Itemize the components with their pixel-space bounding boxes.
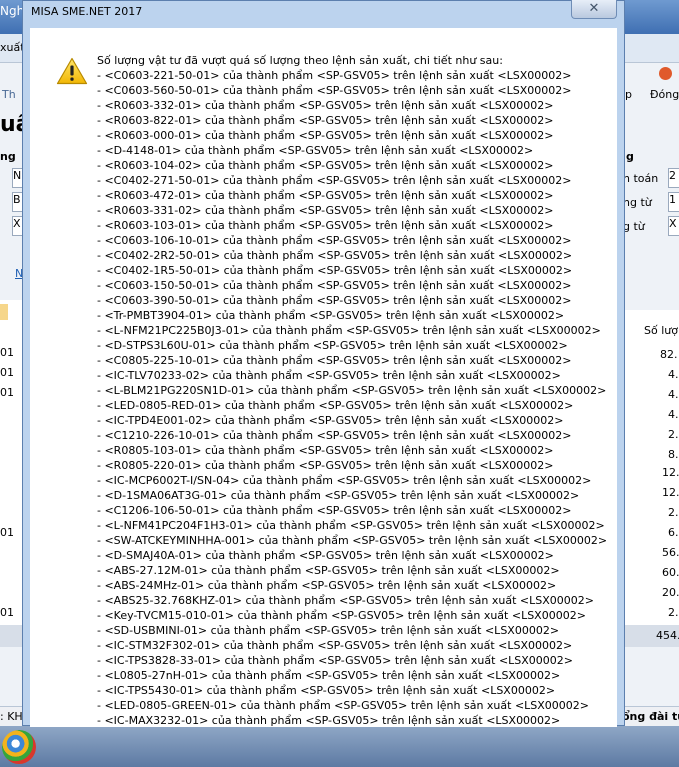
message-line: - <ABS-27.12M-01> của thành phẩm <SP-GSV…: [97, 564, 560, 577]
background-quantity-cell: 6.: [668, 526, 679, 539]
background-row-fragment: 01: [0, 526, 14, 539]
message-line: - <R0603-472-01> của thành phẩm <SP-GSV0…: [97, 189, 554, 202]
background-row-fragment: 01: [0, 346, 14, 359]
background-quantity-cell: 4.: [668, 408, 679, 421]
message-line: - <Key-TVCM15-010-01> của thành phẩm <SP…: [97, 609, 586, 622]
message-text: Số lượng vật tư đã vượt quá số lượng the…: [97, 53, 617, 727]
message-line: - <D-4148-01> của thành phẩm <SP-GSV05> …: [97, 144, 534, 157]
message-line: - <C0603-150-50-01> của thành phẩm <SP-G…: [97, 279, 572, 292]
background-quantity-cell: 56.: [662, 546, 679, 559]
warning-icon: [56, 57, 88, 85]
message-line: - <Tr-PMBT3904-01> của thành phẩm <SP-GS…: [97, 309, 565, 322]
message-line: - <C1210-226-10-01> của thành phẩm <SP-G…: [97, 429, 572, 442]
background-field-input[interactable]: 1: [668, 192, 679, 212]
background-section-label: ng: [0, 150, 16, 163]
message-line: - <C1206-106-50-01> của thành phẩm <SP-G…: [97, 504, 572, 517]
message-line: - <R0603-822-01> của thành phẩm <SP-GSV0…: [97, 114, 554, 127]
background-menu-fragment[interactable]: xuất: [0, 41, 25, 54]
background-column-header[interactable]: Số lượ: [644, 324, 678, 337]
background-close-icon[interactable]: [659, 67, 672, 80]
message-line: - <C0402-1R5-50-01> của thành phẩm <SP-G…: [97, 264, 573, 277]
message-line: - <R0805-103-01> của thành phẩm <SP-GSV0…: [97, 444, 554, 457]
background-quantity-cell: 2.: [668, 428, 679, 441]
message-line: - <IC-MCP6002T-I/SN-04> của thành phẩm <…: [97, 474, 592, 487]
message-line: - <IC-TPS3828-33-01> của thành phẩm <SP-…: [97, 654, 574, 667]
message-line: - <L0805-27nH-01> của thành phẩm <SP-GSV…: [97, 669, 561, 682]
message-line: - <SW-ATCKEYMINHHA-001> của thành phẩm <…: [97, 534, 608, 547]
message-line: - <D-STPS3L60U-01> của thành phẩm <SP-GS…: [97, 339, 568, 352]
background-quantity-cell: 2.: [668, 606, 679, 619]
message-line: - <LED-0805-RED-01> của thành phẩm <SP-G…: [97, 399, 574, 412]
close-icon: ✕: [588, 1, 600, 16]
message-line: - <L-NFM21PC225B0J3-01> của thành phẩm <…: [97, 324, 601, 337]
dialog-body: Số lượng vật tư đã vượt quá số lượng the…: [30, 28, 617, 727]
message-line: - <IC-TPD4E001-02> của thành phẩm <SP-GS…: [97, 414, 564, 427]
background-quantity-cell: 2.: [668, 506, 679, 519]
background-status-left: : KH: [0, 710, 23, 723]
message-line: - <D-SMAJ40A-01> của thành phẩm <SP-GSV0…: [97, 549, 554, 562]
message-line: - <R0603-332-01> của thành phẩm <SP-GSV0…: [97, 99, 554, 112]
background-row-fragment: 01: [0, 366, 14, 379]
background-toolbar-fragment-right[interactable]: p: [625, 88, 632, 101]
background-quantity-cell: 4.: [668, 368, 679, 381]
message-line: - <R0603-104-02> của thành phẩm <SP-GSV0…: [97, 159, 554, 172]
message-line: - <SD-USBMINI-01> của thành phẩm <SP-GSV…: [97, 624, 560, 637]
background-status-right: ổng đài tư: [622, 710, 679, 723]
warning-dialog: MISA SME.NET 2017 ✕ Số lượng vật tư đã v…: [22, 0, 625, 727]
background-row-fragment: 01: [0, 606, 14, 619]
background-field-label: ng từ: [623, 196, 652, 209]
dialog-title: MISA SME.NET 2017: [31, 5, 143, 18]
message-line: - <C0603-390-50-01> của thành phẩm <SP-G…: [97, 294, 572, 307]
message-line: - <C0402-271-50-01> của thành phẩm <SP-G…: [97, 174, 572, 187]
message-line: - <D-1SMA06AT3G-01> của thành phẩm <SP-G…: [97, 489, 580, 502]
message-line: - <C0805-225-10-01> của thành phẩm <SP-G…: [97, 354, 572, 367]
message-line: - <C0603-106-10-01> của thành phẩm <SP-G…: [97, 234, 572, 247]
message-header: Số lượng vật tư đã vượt quá số lượng the…: [97, 54, 503, 67]
message-line: - <L-NFM41PC204F1H3-01> của thành phẩm <…: [97, 519, 605, 532]
message-line: - <R0603-103-01> của thành phẩm <SP-GSV0…: [97, 219, 554, 232]
message-line: - <LED-0805-GREEN-01> của thành phẩm <SP…: [97, 699, 590, 712]
message-line: - <C0402-2R2-50-01> của thành phẩm <SP-G…: [97, 249, 573, 262]
taskbar: [0, 726, 679, 767]
background-field-label: g từ: [623, 220, 645, 233]
background-quantity-cell: 12.: [662, 466, 679, 479]
message-line: - <R0603-000-01> của thành phẩm <SP-GSV0…: [97, 129, 554, 142]
background-toolbar-fragment[interactable]: Th: [2, 88, 16, 101]
background-quantity-cell: 12.: [662, 486, 679, 499]
background-field-label: h toán: [623, 172, 659, 185]
background-total-value: 454.: [656, 629, 679, 642]
message-line: - <ABS25-32.768KHZ-01> của thành phẩm <S…: [97, 594, 594, 607]
background-quantity-cell: 8.: [668, 448, 679, 461]
message-line: - <C0603-560-50-01> của thành phẩm <SP-G…: [97, 84, 572, 97]
message-line: - <IC-TPS5430-01> của thành phẩm <SP-GSV…: [97, 684, 556, 697]
message-line: - <ABS-24MHz-01> của thành phẩm <SP-GSV0…: [97, 579, 557, 592]
background-field-input[interactable]: X: [668, 216, 679, 236]
background-row-fragment: 01: [0, 386, 14, 399]
dialog-titlebar[interactable]: MISA SME.NET 2017 ✕: [23, 0, 624, 23]
message-line: - <L-BLM21PG220SN1D-01> của thành phẩm <…: [97, 384, 607, 397]
start-menu-icon[interactable]: [2, 730, 36, 764]
message-line: - <IC-MAX3232-01> của thành phẩm <SP-GSV…: [97, 714, 561, 727]
message-line: - <R0805-220-01> của thành phẩm <SP-GSV0…: [97, 459, 554, 472]
background-quantity-cell: 60.: [662, 566, 679, 579]
background-quantity-cell: 4.: [668, 388, 679, 401]
close-button[interactable]: ✕: [571, 0, 617, 19]
message-line: - <R0603-331-02> của thành phẩm <SP-GSV0…: [97, 204, 554, 217]
background-close-button-label[interactable]: Đóng: [650, 88, 679, 101]
message-line: - <IC-STM32F302-01> của thành phẩm <SP-G…: [97, 639, 573, 652]
message-line: - <C0603-221-50-01> của thành phẩm <SP-G…: [97, 69, 572, 82]
background-quantity-cell: 20.: [662, 586, 679, 599]
message-line: - <IC-TLV70233-02> của thành phẩm <SP-GS…: [97, 369, 561, 382]
background-field-input[interactable]: 2: [668, 168, 679, 188]
background-quantity-cell: 82.: [660, 348, 678, 361]
